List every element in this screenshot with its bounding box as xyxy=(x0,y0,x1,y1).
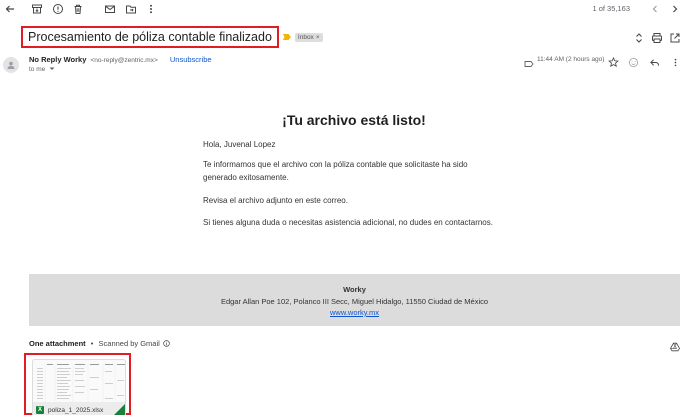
save-to-drive-icon[interactable] xyxy=(670,339,680,352)
expand-all-icon[interactable] xyxy=(634,31,644,49)
importance-marker-icon[interactable] xyxy=(282,34,291,40)
attachment-filename: poliza_1_2025.xlsx xyxy=(48,406,104,414)
label-tag-icon[interactable] xyxy=(524,55,534,73)
body-paragraph-2: Revisa el archivo adjunto en este correo… xyxy=(203,196,348,205)
mark-unread-icon[interactable] xyxy=(103,2,117,16)
inbox-label-text: Inbox xyxy=(297,33,314,41)
archive-icon[interactable] xyxy=(30,2,44,16)
more-options-icon[interactable] xyxy=(144,2,158,16)
body-paragraph-3: Si tienes alguna duda o necesitas asiste… xyxy=(203,218,493,227)
footer-company: Worky xyxy=(343,285,366,294)
move-to-icon[interactable] xyxy=(124,2,138,16)
newer-chevron-icon[interactable] xyxy=(648,2,662,16)
attachment-card[interactable]: X poliza_1_2025.xlsx xyxy=(32,359,126,415)
attachments-count: One attachment xyxy=(29,339,86,348)
person-icon xyxy=(7,61,15,69)
scanned-by-gmail: Scanned by Gmail xyxy=(98,339,160,348)
footer-website-link[interactable]: www.worky.mx xyxy=(29,308,680,317)
delete-icon[interactable] xyxy=(71,2,85,16)
sender-name[interactable]: No Reply Worky xyxy=(29,55,86,64)
back-arrow-icon[interactable] xyxy=(3,2,17,16)
attachments-header: One attachment • Scanned by Gmail xyxy=(29,339,170,348)
info-icon xyxy=(163,340,170,347)
older-chevron-icon[interactable] xyxy=(668,2,682,16)
subject-row: Procesamiento de póliza contable finaliz… xyxy=(21,26,323,48)
reply-icon[interactable] xyxy=(649,55,660,73)
open-new-window-icon[interactable] xyxy=(669,31,681,49)
excel-file-icon: X xyxy=(36,406,44,414)
remove-label-icon[interactable]: × xyxy=(316,34,320,41)
recipients-toggle[interactable]: to me xyxy=(29,66,55,73)
sender-avatar[interactable] xyxy=(3,57,19,73)
to-line: to me xyxy=(29,66,46,73)
attachment-highlight: X poliza_1_2025.xlsx xyxy=(24,353,131,415)
email-footer: Worky Edgar Allan Poe 102, Polanco III S… xyxy=(29,274,680,326)
attachments-separator: • xyxy=(90,339,94,348)
emoji-reaction-icon[interactable] xyxy=(628,55,639,73)
message-toolbar: 1 of 35,163 xyxy=(0,0,688,20)
message-title: ¡Tu archivo está listo! xyxy=(282,112,426,128)
spreadsheet-preview-thumbnail xyxy=(33,360,125,402)
unsubscribe-link[interactable]: Unsubscribe xyxy=(170,55,212,64)
subject-highlight: Procesamiento de póliza contable finaliz… xyxy=(21,26,279,48)
sender-line: No Reply Worky <no-reply@zentric.mx> Uns… xyxy=(29,55,212,64)
greeting-text: Hola, Juvenal Lopez xyxy=(203,140,276,149)
message-more-icon[interactable] xyxy=(670,55,681,73)
sender-email: <no-reply@zentric.mx> xyxy=(90,57,158,64)
report-spam-icon[interactable] xyxy=(51,2,65,16)
pager-count: 1 of 35,163 xyxy=(592,4,630,13)
email-timestamp: 11:44 AM (2 hours ago) xyxy=(537,56,605,63)
body-paragraph-1: Te informamos que el archivo con la póli… xyxy=(203,160,468,182)
footer-address: Edgar Allan Poe 102, Polanco III Secc, M… xyxy=(220,297,489,306)
star-icon[interactable] xyxy=(608,55,619,73)
caret-down-icon xyxy=(49,67,55,70)
inbox-label-chip[interactable]: Inbox × xyxy=(294,32,323,42)
attachment-footer: X poliza_1_2025.xlsx xyxy=(33,402,125,415)
email-subject: Procesamiento de póliza contable finaliz… xyxy=(28,30,272,44)
print-icon[interactable] xyxy=(651,31,663,49)
